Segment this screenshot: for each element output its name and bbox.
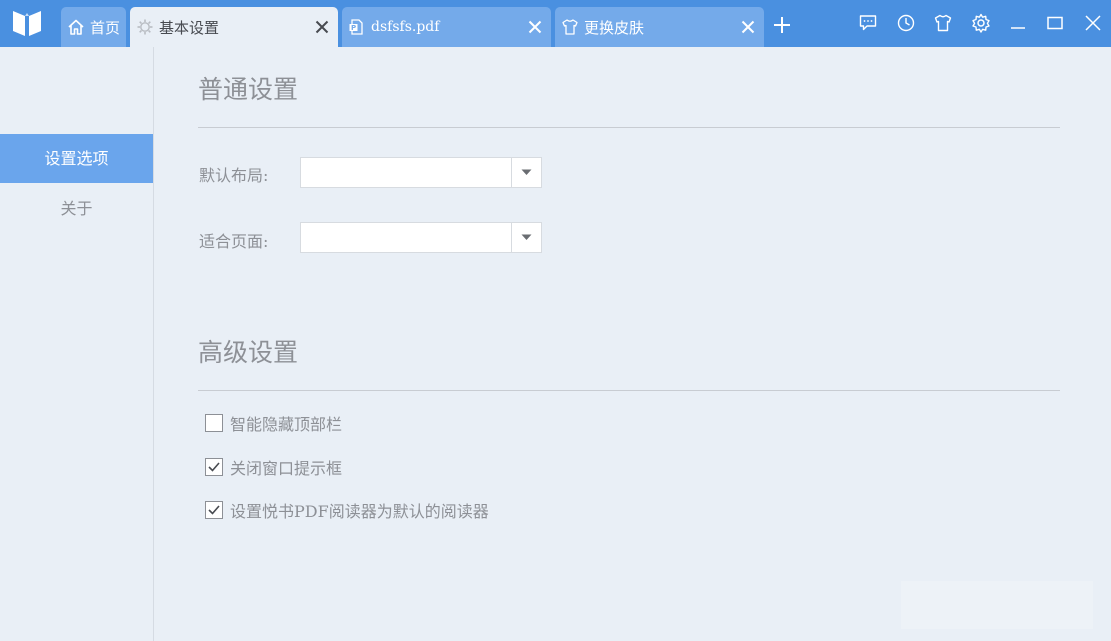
- default-layout-select[interactable]: [300, 157, 542, 188]
- checkbox[interactable]: [205, 414, 223, 432]
- tab-label: 更换皮肤: [584, 18, 645, 37]
- tab-pdf-document[interactable]: P dsfsfs.pdf: [342, 7, 551, 47]
- app-logo-icon: [13, 11, 41, 36]
- close-tab-icon[interactable]: [526, 18, 544, 36]
- add-tab-icon[interactable]: [772, 15, 792, 35]
- dropdown-button[interactable]: [511, 158, 541, 187]
- section-divider: [198, 390, 1060, 391]
- tab-label: 基本设置: [159, 18, 220, 37]
- close-tab-icon[interactable]: [739, 18, 757, 36]
- settings-icon[interactable]: [971, 13, 991, 33]
- settings-sidebar: 设置选项 关于: [0, 47, 154, 641]
- checkbox[interactable]: [205, 501, 223, 519]
- minimize-icon[interactable]: [1008, 13, 1028, 33]
- checkbox[interactable]: [205, 458, 223, 476]
- chevron-down-icon: [521, 234, 532, 240]
- sidebar-item-about[interactable]: 关于: [0, 184, 153, 233]
- tab-change-skin[interactable]: 更换皮肤: [555, 7, 764, 47]
- tab-basic-settings[interactable]: 基本设置: [130, 7, 338, 47]
- home-icon: [68, 19, 84, 35]
- shirt-icon: [562, 19, 578, 35]
- chevron-down-icon: [521, 169, 532, 175]
- fit-page-select[interactable]: [300, 222, 542, 253]
- pdf-file-icon: P: [349, 19, 363, 35]
- general-settings-title: 普通设置: [198, 75, 299, 104]
- advanced-settings-title: 高级设置: [198, 338, 299, 367]
- close-tab-icon[interactable]: [313, 18, 331, 36]
- checkbox-label: 智能隐藏顶部栏: [230, 415, 343, 434]
- checkmark-icon: [208, 505, 220, 515]
- close-icon[interactable]: [1083, 13, 1103, 33]
- background-panel: [901, 581, 1093, 629]
- checkbox-label: 设置悦书PDF阅读器为默认的阅读器: [230, 502, 489, 521]
- checkmark-icon: [208, 462, 220, 472]
- history-icon[interactable]: [896, 13, 916, 33]
- option-default-reader[interactable]: 设置悦书PDF阅读器为默认的阅读器: [205, 499, 489, 521]
- tab-label: dsfsfs.pdf: [371, 19, 440, 35]
- option-close-window-prompt[interactable]: 关闭窗口提示框: [205, 456, 342, 478]
- option-auto-hide-topbar[interactable]: 智能隐藏顶部栏: [205, 412, 342, 434]
- fit-page-label: 适合页面:: [199, 232, 269, 251]
- section-divider: [198, 127, 1060, 128]
- gear-icon: [137, 19, 153, 35]
- sidebar-item-settings-options[interactable]: 设置选项: [0, 134, 153, 183]
- feedback-icon[interactable]: [858, 13, 878, 33]
- dropdown-button[interactable]: [511, 223, 541, 252]
- skin-icon[interactable]: [933, 13, 953, 33]
- checkbox-label: 关闭窗口提示框: [230, 459, 343, 478]
- tab-label: 首页: [90, 18, 121, 37]
- maximize-icon[interactable]: [1045, 13, 1065, 33]
- title-bar: 首页 基本设置 P dsfsfs.pdf 更换皮肤: [0, 0, 1111, 47]
- svg-text:P: P: [351, 24, 356, 32]
- default-layout-label: 默认布局:: [199, 166, 269, 185]
- tab-home[interactable]: 首页: [61, 7, 126, 47]
